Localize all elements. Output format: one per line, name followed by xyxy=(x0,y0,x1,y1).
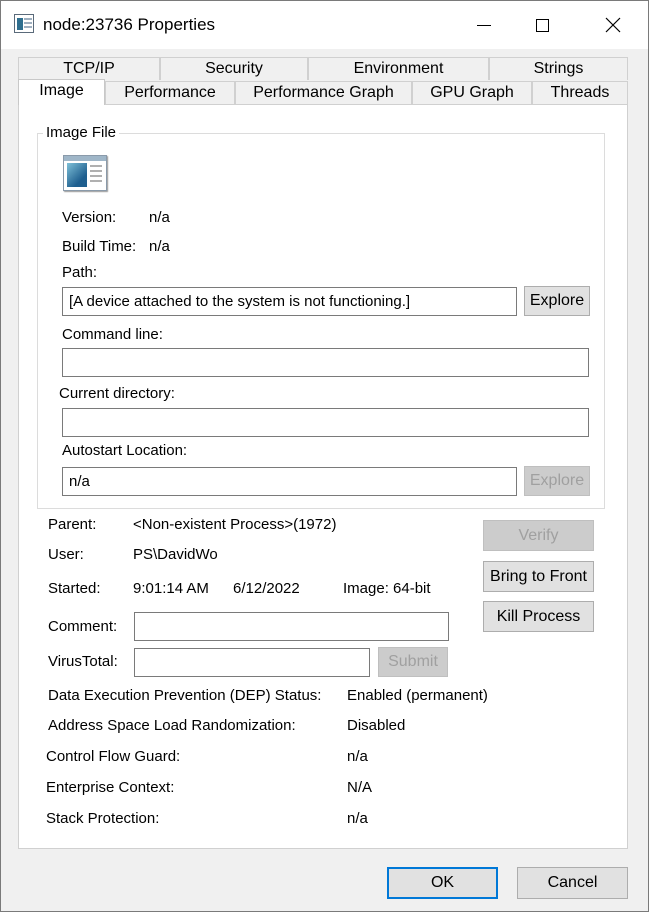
submit-button[interactable]: Submit xyxy=(378,647,448,677)
aslr-label: Address Space Load Randomization: xyxy=(48,717,296,734)
dep-label: Data Execution Prevention (DEP) Status: xyxy=(48,687,322,704)
close-icon xyxy=(605,17,621,33)
tab-gpu-graph[interactable]: GPU Graph xyxy=(412,81,532,104)
tab-strings[interactable]: Strings xyxy=(489,57,628,80)
tab-threads[interactable]: Threads xyxy=(532,81,628,104)
verify-button[interactable]: Verify xyxy=(483,520,594,551)
cfg-label: Control Flow Guard: xyxy=(46,748,181,765)
ok-button[interactable]: OK xyxy=(387,867,498,899)
autostart-location-label: Autostart Location: xyxy=(62,442,188,459)
path-explore-button[interactable]: Explore xyxy=(524,286,590,316)
virustotal-field[interactable] xyxy=(134,648,370,677)
close-button[interactable] xyxy=(590,1,636,49)
cancel-button[interactable]: Cancel xyxy=(517,867,628,899)
kill-process-button[interactable]: Kill Process xyxy=(483,601,594,632)
dep-value: Enabled (permanent) xyxy=(347,687,488,704)
stack-protection-label: Stack Protection: xyxy=(46,810,160,827)
properties-dialog: node:23736 Properties TCP/IP Security En… xyxy=(0,0,649,912)
tab-image[interactable]: Image xyxy=(18,79,105,105)
current-directory-label: Current directory: xyxy=(59,385,175,402)
tab-environment[interactable]: Environment xyxy=(308,57,489,80)
started-date: 6/12/2022 xyxy=(233,580,300,597)
maximize-icon xyxy=(535,18,549,32)
tab-performance[interactable]: Performance xyxy=(105,81,235,104)
executable-icon xyxy=(63,155,107,191)
minimize-icon xyxy=(477,24,491,26)
started-label: Started: xyxy=(48,580,101,597)
cfg-value: n/a xyxy=(347,748,368,765)
path-field[interactable]: [A device attached to the system is not … xyxy=(62,287,517,316)
virustotal-label: VirusTotal: xyxy=(48,653,118,670)
app-icon xyxy=(14,14,34,33)
command-line-field[interactable] xyxy=(62,348,589,377)
path-label: Path: xyxy=(62,264,98,281)
user-value: PS\DavidWo xyxy=(133,546,218,563)
command-line-label: Command line: xyxy=(62,326,163,343)
user-label: User: xyxy=(48,546,84,563)
aslr-value: Disabled xyxy=(347,717,406,734)
enterprise-context-value: N/A xyxy=(347,779,373,796)
tab-tcpip[interactable]: TCP/IP xyxy=(18,57,160,80)
comment-field[interactable] xyxy=(134,612,449,641)
maximize-button[interactable] xyxy=(519,1,565,49)
parent-value: <Non-existent Process>(1972) xyxy=(133,516,337,533)
minimize-button[interactable] xyxy=(461,1,507,49)
tab-security[interactable]: Security xyxy=(160,57,308,80)
image-file-group-title: Image File xyxy=(43,124,120,141)
autostart-location-field[interactable]: n/a xyxy=(62,467,517,496)
stack-protection-value: n/a xyxy=(347,810,368,827)
version-value: n/a xyxy=(149,209,170,226)
window-title: node:23736 Properties xyxy=(43,15,216,34)
parent-label: Parent: xyxy=(48,516,97,533)
bring-to-front-button[interactable]: Bring to Front xyxy=(483,561,594,592)
tab-performance-graph[interactable]: Performance Graph xyxy=(235,81,412,104)
version-label: Version: xyxy=(62,209,117,226)
enterprise-context-label: Enterprise Context: xyxy=(46,779,175,796)
image-bitness: Image: 64-bit xyxy=(343,580,431,597)
comment-label: Comment: xyxy=(48,618,118,635)
current-directory-field[interactable] xyxy=(62,408,589,437)
build-time-value: n/a xyxy=(149,238,170,255)
build-time-label: Build Time: xyxy=(62,238,137,255)
started-time: 9:01:14 AM xyxy=(133,580,209,597)
title-bar: node:23736 Properties xyxy=(1,1,648,49)
autostart-explore-button[interactable]: Explore xyxy=(524,466,590,496)
